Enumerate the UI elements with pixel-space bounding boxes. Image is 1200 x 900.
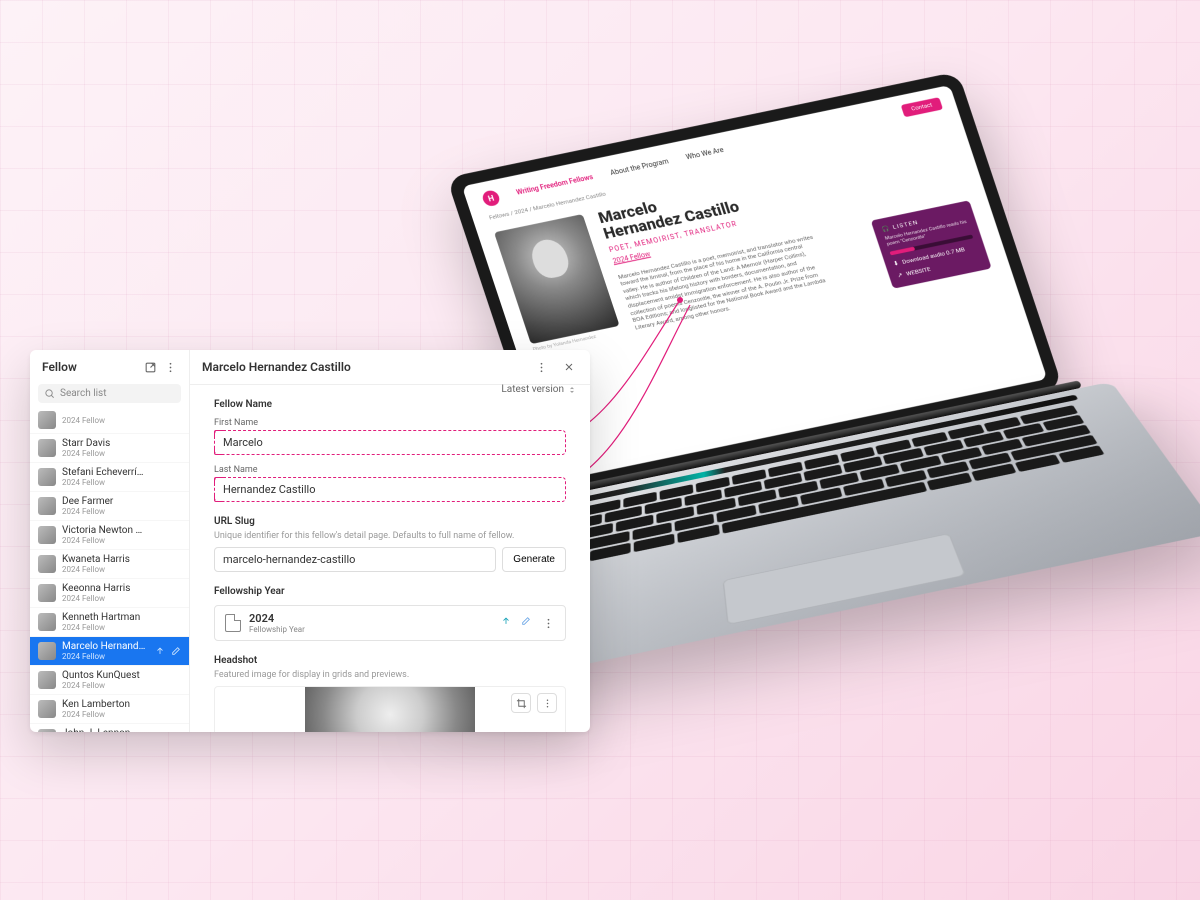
fellow-year: 2024 Fellow [62, 594, 147, 603]
fellow-name: Kenneth Hartman [62, 612, 147, 623]
edit-icon[interactable] [169, 644, 183, 658]
avatar [38, 700, 56, 718]
headshot-upload[interactable] [214, 686, 566, 732]
year-more-icon[interactable] [539, 614, 557, 632]
year-reference-card[interactable]: 2024 Fellowship Year [214, 605, 566, 641]
edit-icon[interactable] [519, 614, 533, 628]
fellow-name: Keeonna Harris [62, 583, 147, 594]
compose-icon[interactable] [141, 358, 159, 376]
fellow-name: Ken Lamberton [62, 699, 147, 710]
form-body: Fellow Name First Name Marcelo Last Name… [190, 385, 590, 732]
avatar [38, 613, 56, 631]
input-first-name[interactable]: Marcelo [214, 430, 566, 455]
fellow-list-item[interactable]: Keeonna Harris 2024 Fellow [30, 579, 189, 608]
publish-status-icon[interactable] [153, 644, 167, 658]
more-icon[interactable] [161, 358, 179, 376]
fellow-year: 2024 Fellow [62, 652, 147, 661]
fellow-name: Quntos KunQuest [62, 670, 147, 681]
section-fellow-name: Fellow Name First Name Marcelo Last Name… [214, 399, 566, 502]
document-icon [225, 614, 241, 632]
fellow-bio: Marcelo Hernandez Castillo is a poet, me… [617, 233, 833, 332]
fellow-name: Marcelo Hernandez Casti… [62, 641, 147, 652]
input-slug[interactable]: marcelo-hernandez-castillo [214, 547, 496, 572]
fellow-name: Dee Farmer [62, 496, 147, 507]
fellow-name: Stefani Echeverría-Fenn [62, 467, 147, 478]
form-header: Marcelo Hernandez Castillo [190, 350, 590, 385]
fellow-list-item[interactable]: Ken Lamberton 2024 Fellow [30, 695, 189, 724]
input-last-name[interactable]: Hernandez Castillo [214, 477, 566, 502]
avatar [38, 439, 56, 457]
headshot-more-icon[interactable] [537, 693, 557, 713]
list-header: Fellow [30, 350, 189, 382]
section-heading-year: Fellowship Year [214, 586, 566, 597]
site-logo-icon: H [481, 189, 502, 207]
headshot-preview [305, 687, 475, 732]
form-more-icon[interactable] [532, 358, 550, 376]
close-icon[interactable] [560, 358, 578, 376]
fellow-headshot [494, 214, 620, 344]
year-card-title: 2024 [249, 612, 305, 625]
fellow-list-item[interactable]: Kwaneta Harris 2024 Fellow [30, 550, 189, 579]
fellow-name: John J. Lennon [62, 728, 147, 732]
fellow-year: 2024 Fellow [62, 710, 147, 719]
fellow-year: 2024 Fellow [62, 478, 147, 487]
avatar [38, 468, 56, 486]
avatar [38, 642, 56, 660]
search-input[interactable]: Search list [38, 384, 181, 403]
fellow-year: 2024 Fellow [62, 623, 147, 632]
fellow-list-item[interactable]: Quntos KunQuest 2024 Fellow [30, 666, 189, 695]
fellow-list-item[interactable]: Starr Davis 2024 Fellow [30, 434, 189, 463]
fellow-year: 2024 Fellow [62, 507, 147, 516]
avatar [38, 729, 56, 732]
avatar [38, 526, 56, 544]
fellow-name: Kwaneta Harris [62, 554, 147, 565]
section-heading-headshot: Headshot [214, 655, 566, 666]
fellow-list-item[interactable]: Kenneth Hartman 2024 Fellow [30, 608, 189, 637]
cms-editor-panel: Fellow Search list 2024 Fellow [30, 350, 590, 732]
fellow-list-item[interactable]: Marcelo Hernandez Casti… 2024 Fellow [30, 637, 189, 666]
avatar [38, 497, 56, 515]
section-headshot: Headshot Featured image for display in g… [214, 655, 566, 732]
fellow-name: Victoria Newton Ford [62, 525, 147, 536]
avatar [38, 584, 56, 602]
generate-slug-button[interactable]: Generate [502, 547, 566, 572]
search-placeholder: Search list [60, 388, 107, 399]
nav-link-who[interactable]: Who We Are [685, 146, 725, 161]
section-url-slug: URL Slug Unique identifier for this fell… [214, 516, 566, 572]
section-heading-name: Fellow Name [214, 399, 566, 410]
fellow-list-item[interactable]: 2024 Fellow [30, 407, 189, 434]
fellow-year: 2024 Fellow [62, 681, 147, 690]
fellow-year: 2024 Fellow [62, 565, 147, 574]
section-heading-slug: URL Slug [214, 516, 566, 527]
form-title: Marcelo Hernandez Castillo [202, 360, 351, 374]
fellow-form-pane: Marcelo Hernandez Castillo Latest versio… [190, 350, 590, 732]
headshot-help-text: Featured image for display in grids and … [214, 670, 566, 680]
fellow-list-item[interactable]: John J. Lennon 2024 Fellow [30, 724, 189, 732]
fellow-list-item[interactable]: Dee Farmer 2024 Fellow [30, 492, 189, 521]
avatar [38, 555, 56, 573]
fellow-list-item[interactable]: Stefani Echeverría-Fenn 2024 Fellow [30, 463, 189, 492]
avatar [38, 411, 56, 429]
fellow-name: Starr Davis [62, 438, 147, 449]
crop-icon[interactable] [511, 693, 531, 713]
search-icon [44, 388, 55, 399]
avatar [38, 671, 56, 689]
fellow-year: 2024 Fellow [62, 536, 147, 545]
fellow-year: 2024 Fellow [62, 416, 147, 425]
fellow-list-item[interactable]: Victoria Newton Ford 2024 Fellow [30, 521, 189, 550]
label-last-name: Last Name [214, 465, 566, 475]
fellow-year: 2024 Fellow [62, 449, 147, 458]
fellow-list-pane: Fellow Search list 2024 Fellow [30, 350, 190, 732]
publish-status-icon[interactable] [499, 614, 513, 628]
year-card-sub: Fellowship Year [249, 625, 305, 634]
label-first-name: First Name [214, 418, 566, 428]
list-title: Fellow [42, 360, 77, 374]
nav-link-about[interactable]: About the Program [609, 158, 669, 177]
slug-help-text: Unique identifier for this fellow's deta… [214, 531, 566, 541]
section-fellowship-year: Fellowship Year 2024 Fellowship Year [214, 586, 566, 641]
fellow-list[interactable]: 2024 Fellow Starr Davis 2024 Fellow Stef… [30, 407, 189, 732]
